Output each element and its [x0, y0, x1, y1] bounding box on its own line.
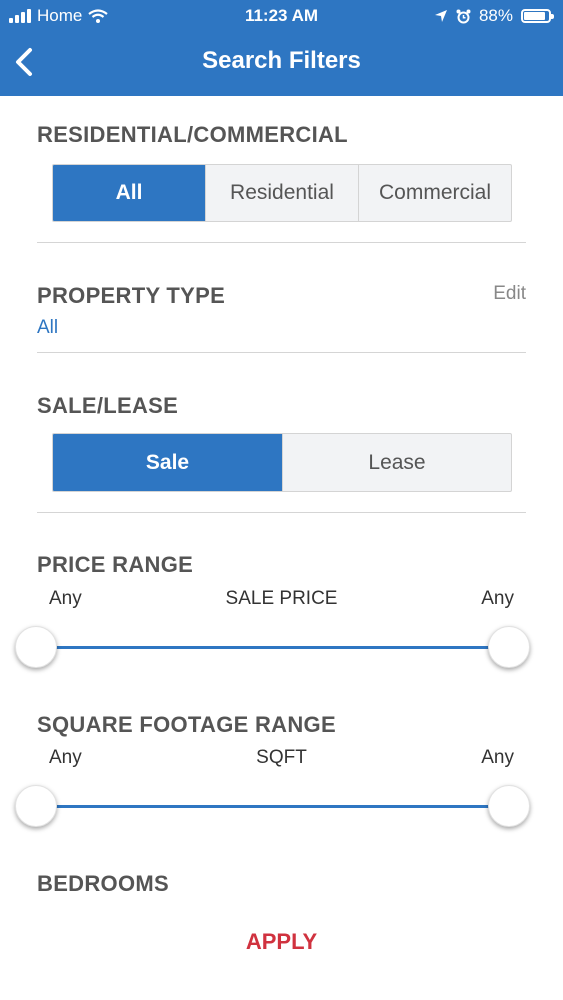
residential-commercial-segmented-control: All Residential Commercial	[52, 164, 512, 222]
price-min-thumb[interactable]	[15, 626, 57, 668]
sqft-min-thumb[interactable]	[15, 785, 57, 827]
sqft-range-title: SQUARE FOOTAGE RANGE	[37, 712, 336, 737]
divider	[37, 352, 526, 353]
segment-commercial[interactable]: Commercial	[359, 165, 511, 221]
sqft-max-thumb[interactable]	[488, 785, 530, 827]
battery-fill	[524, 12, 546, 20]
price-range-title: PRICE RANGE	[37, 552, 194, 577]
sqft-center-label: SQFT	[256, 747, 307, 768]
sqft-max-label: Any	[481, 747, 514, 768]
property-type-value[interactable]: All	[37, 317, 58, 339]
page-title: Search Filters	[202, 47, 361, 74]
status-right: 88%	[434, 6, 554, 26]
residential-commercial-title: RESIDENTIAL/COMMERCIAL	[37, 122, 348, 147]
sale-lease-title: SALE/LEASE	[37, 393, 179, 418]
location-arrow-icon	[434, 10, 447, 22]
alarm-clock-icon	[456, 9, 471, 23]
price-center-label: SALE PRICE	[225, 588, 338, 609]
divider	[37, 512, 526, 513]
sqft-slider-track[interactable]	[37, 805, 509, 808]
apply-button[interactable]: APPLY	[0, 929, 563, 955]
battery-percent: 88%	[478, 6, 513, 25]
segment-all[interactable]: All	[53, 165, 206, 221]
battery-icon	[521, 9, 554, 23]
status-bar: Home 11:23 AM 88%	[0, 0, 563, 32]
price-max-thumb[interactable]	[488, 626, 530, 668]
segment-lease[interactable]: Lease	[283, 434, 511, 491]
segment-sale[interactable]: Sale	[53, 434, 283, 491]
property-type-title: PROPERTY TYPE	[37, 283, 226, 308]
bedrooms-title: BEDROOMS	[37, 871, 169, 896]
sale-lease-segmented-control: Sale Lease	[52, 433, 512, 492]
segment-residential[interactable]: Residential	[206, 165, 359, 221]
price-slider-track[interactable]	[37, 646, 509, 649]
divider	[37, 242, 526, 243]
price-max-label: Any	[481, 588, 514, 609]
edit-property-type-button[interactable]: Edit	[493, 283, 526, 305]
app-header: Home 11:23 AM 88% Search Filters	[0, 0, 563, 96]
